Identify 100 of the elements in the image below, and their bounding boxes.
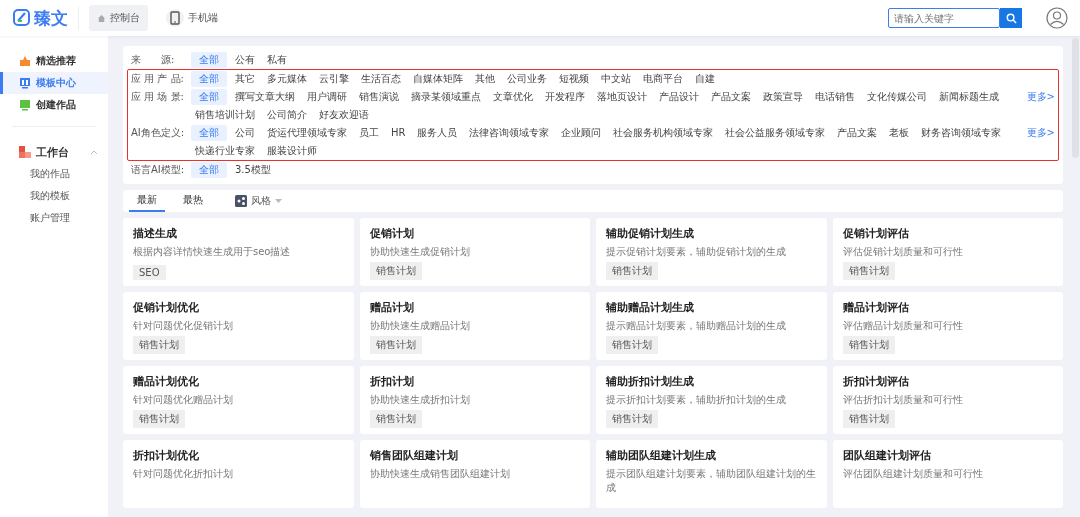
filter-option[interactable]: 开发程序 <box>541 89 589 105</box>
card-description: 协助快速生成折扣计划 <box>369 393 471 407</box>
filter-label: 来 源: <box>131 53 176 67</box>
sidebar-item[interactable]: 精选推荐 <box>0 50 108 72</box>
filter-option[interactable]: 全部 <box>191 71 227 87</box>
template-card[interactable]: 折扣计划 协助快速生成折扣计划 销售计划 <box>359 366 590 434</box>
filter-option[interactable]: 自媒体矩阵 <box>409 71 467 87</box>
search-icon <box>1005 12 1017 24</box>
template-card[interactable]: 促销计划优化 针对问题优化促销计划 销售计划 <box>123 292 354 360</box>
filter-option[interactable]: 电话销售 <box>811 89 859 105</box>
workspace-item[interactable]: 工作台 <box>0 141 108 163</box>
search-button[interactable] <box>1000 8 1022 28</box>
avatar-icon[interactable] <box>1046 7 1068 29</box>
sidebar-item[interactable]: 创建作品 <box>0 94 108 116</box>
filter-option[interactable]: 销售培训计划 <box>191 107 259 123</box>
filter-option[interactable]: 云引擎 <box>315 71 353 87</box>
filter-option[interactable]: 3.5模型 <box>231 162 275 178</box>
filter-option[interactable]: 政策宣导 <box>759 89 807 105</box>
filter-option[interactable]: 财务咨询领域专家 <box>917 125 1006 141</box>
filter-option[interactable]: 中文站 <box>597 71 635 87</box>
template-card[interactable]: 赠品计划评估 评估赠品计划质量和可行性 销售计划 <box>832 292 1063 360</box>
filter-option[interactable]: 全部 <box>191 52 227 68</box>
filter-option[interactable]: 公司 <box>231 125 259 141</box>
nav-button[interactable]: 手机端 <box>158 5 226 31</box>
filter-option[interactable]: 其他 <box>471 71 499 87</box>
template-card[interactable]: 描述生成 根据内容详情快速生成用于seo描述 SEO <box>123 218 354 286</box>
filter-option[interactable]: 产品设计 <box>655 89 703 105</box>
filter-option[interactable]: 社会公益服务领域专家 <box>721 125 830 141</box>
filter-option[interactable]: 电商平台 <box>639 71 687 87</box>
template-card[interactable]: 赠品计划 协助快速生成赠品计划 销售计划 <box>359 292 590 360</box>
template-card[interactable]: 折扣计划评估 评估折扣计划质量和可行性 销售计划 <box>832 366 1063 434</box>
more-link[interactable]: 更多> <box>1026 125 1055 141</box>
filter-option[interactable]: 撰写文章大纲 <box>231 89 299 105</box>
tab[interactable]: 最热 <box>175 190 211 212</box>
search-field[interactable]: 请输入关键字 <box>888 8 1000 28</box>
card-tag: 销售计划 <box>606 336 658 354</box>
filter-option[interactable]: 好友欢迎语 <box>315 107 373 123</box>
template-card[interactable]: 促销计划 协助快速生成促销计划 销售计划 <box>359 218 590 286</box>
filter-option[interactable]: 法律咨询领域专家 <box>465 125 554 141</box>
filter-option[interactable]: 文化传媒公司 <box>863 89 931 105</box>
filter-option[interactable]: 服务人员 <box>413 125 462 141</box>
filter-option[interactable]: 产品文案 <box>707 89 755 105</box>
filter-option[interactable]: 服装设计师 <box>263 143 321 159</box>
template-card[interactable]: 团队组建计划评估 评估团队组建计划质量和可行性 <box>832 440 1063 508</box>
filter-option[interactable]: 老板 <box>885 125 914 141</box>
template-card[interactable]: 辅助赠品计划生成 提示赠品计划要素，辅助赠品计划的生成 销售计划 <box>596 292 827 360</box>
sidebar-subitem[interactable]: 我的作品 <box>0 163 70 185</box>
template-card[interactable]: 赠品计划优化 针对问题优化赠品计划 销售计划 <box>123 366 354 434</box>
nav-button[interactable]: 控制台 <box>89 5 148 31</box>
filter-option[interactable]: 落地页设计 <box>593 89 651 105</box>
blocks-icon <box>19 146 31 158</box>
card-tag: 销售计划 <box>842 410 895 428</box>
filter-label: AI角色定义: <box>131 126 186 140</box>
template-card[interactable]: 折扣计划优化 针对问题优化折扣计划 <box>123 440 354 508</box>
filter-option[interactable]: 公司业务 <box>503 71 551 87</box>
filter-option[interactable]: 员工 <box>355 125 383 141</box>
template-card[interactable]: 辅助团队组建计划生成 提示团队组建计划要素，辅助团队组建计划的生成 <box>596 440 827 508</box>
filter-option[interactable]: 文章优化 <box>489 89 537 105</box>
sidebar-item[interactable]: 模板中心 <box>0 72 108 94</box>
filter-option[interactable]: 新闻标题生成 <box>935 89 1003 105</box>
tab[interactable]: 最新 <box>129 190 165 212</box>
filter-option[interactable]: 企业顾问 <box>557 125 606 141</box>
card-title: 辅助折扣计划生成 <box>606 374 695 389</box>
filter-option[interactable]: 公有 <box>231 52 259 68</box>
sidebar-subitem[interactable]: 我的模板 <box>0 185 70 207</box>
filter-option[interactable]: 全部 <box>191 89 227 105</box>
filter-option[interactable]: 全部 <box>191 125 227 141</box>
filter-option[interactable]: 社会服务机构领域专家 <box>609 125 718 141</box>
filter-option[interactable]: 生活百态 <box>357 71 405 87</box>
style-dropdown[interactable]: 风格 <box>235 194 282 208</box>
card-description: 提示折扣计划要素，辅助折扣计划的生成 <box>606 393 787 407</box>
filter-option[interactable]: 用户调研 <box>303 89 351 105</box>
card-description: 协助快速生成销售团队组建计划 <box>369 467 511 481</box>
filter-option[interactable]: 短视频 <box>555 71 593 87</box>
filter-option[interactable]: 产品文案 <box>833 125 882 141</box>
card-tag: 销售计划 <box>369 336 422 354</box>
card-title: 描述生成 <box>133 226 178 241</box>
filter-option[interactable]: 销售演说 <box>355 89 403 105</box>
filter-option[interactable]: 快递行业专家 <box>191 143 259 159</box>
card-description: 评估折扣计划质量和可行性 <box>842 393 964 407</box>
template-card[interactable]: 销售团队组建计划 协助快速生成销售团队组建计划 <box>359 440 590 508</box>
filter-option[interactable]: 私有 <box>263 52 291 68</box>
filter-option[interactable]: 全部 <box>191 162 227 178</box>
template-card[interactable]: 促销计划评估 评估促销计划质量和可行性 销售计划 <box>832 218 1063 286</box>
template-card[interactable]: 辅助促销计划生成 提示促销计划要素，辅助促销计划的生成 销售计划 <box>596 218 827 286</box>
card-title: 折扣计划优化 <box>133 448 200 463</box>
card-description: 评估促销计划质量和可行性 <box>842 245 964 259</box>
more-link[interactable]: 更多> <box>1026 89 1055 105</box>
template-card[interactable]: 辅助折扣计划生成 提示折扣计划要素，辅助折扣计划的生成 销售计划 <box>596 366 827 434</box>
filter-option[interactable]: 公司简介 <box>263 107 311 123</box>
filter-option[interactable]: 货运代理领域专家 <box>263 125 351 141</box>
card-title: 销售团队组建计划 <box>369 448 459 463</box>
filter-option[interactable]: 其它 <box>231 71 259 87</box>
sidebar-subitem[interactable]: 账户管理 <box>0 207 70 229</box>
filter-option[interactable]: HR <box>387 125 410 141</box>
filter-option[interactable]: 摘录某领域重点 <box>407 89 485 105</box>
card-description: 针对问题优化促销计划 <box>133 319 234 333</box>
card-tag: 销售计划 <box>133 410 185 428</box>
filter-option[interactable]: 多元媒体 <box>263 71 311 87</box>
filter-option[interactable]: 自建 <box>691 71 719 87</box>
